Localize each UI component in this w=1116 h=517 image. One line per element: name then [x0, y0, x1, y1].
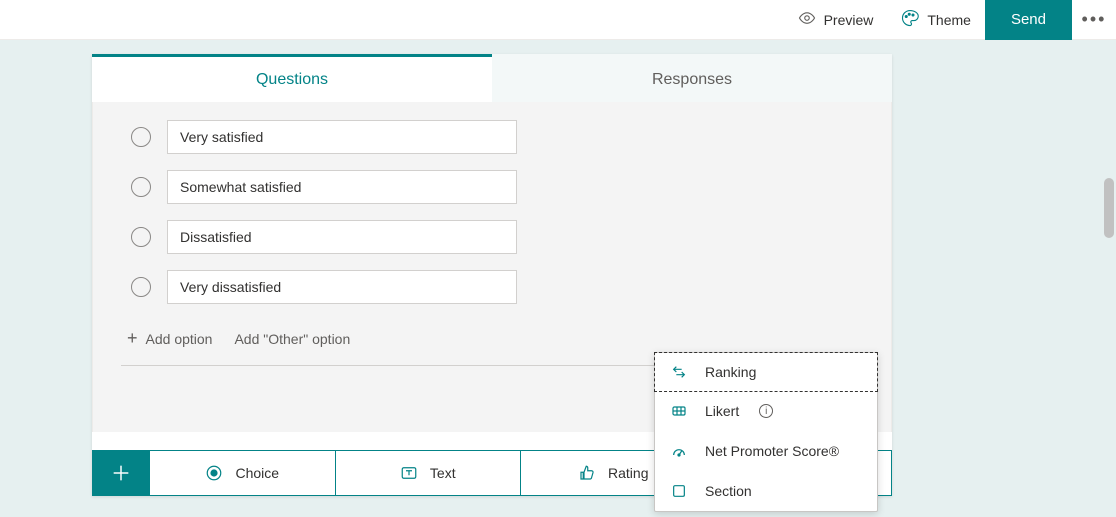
type-ranking[interactable]: Ranking	[654, 352, 878, 392]
radio-selected-icon	[205, 464, 223, 482]
section-icon	[671, 483, 689, 499]
preview-button[interactable]: Preview	[784, 0, 888, 40]
theme-label: Theme	[927, 12, 971, 28]
type-text-label: Text	[430, 465, 456, 481]
option-row: Very satisfied	[121, 120, 863, 154]
type-nps[interactable]: Net Promoter Score®	[655, 431, 877, 471]
option-input[interactable]: Somewhat satisfied	[167, 170, 517, 204]
thumbs-up-icon	[578, 464, 596, 482]
type-choice-label: Choice	[235, 465, 279, 481]
type-choice[interactable]: Choice	[149, 451, 335, 495]
option-row: Somewhat satisfied	[121, 170, 863, 204]
radio-icon	[131, 177, 151, 197]
radio-icon	[131, 127, 151, 147]
add-option-label: Add option	[146, 331, 213, 347]
text-icon	[400, 464, 418, 482]
type-likert-label: Likert	[705, 403, 739, 419]
scrollbar-thumb[interactable]	[1104, 178, 1114, 238]
type-nps-label: Net Promoter Score®	[705, 443, 839, 459]
preview-label: Preview	[824, 12, 874, 28]
tab-responses[interactable]: Responses	[492, 54, 892, 102]
type-section-label: Section	[705, 483, 752, 499]
option-input[interactable]: Dissatisfied	[167, 220, 517, 254]
add-other-label: Add "Other" option	[234, 331, 350, 347]
more-button[interactable]: •••	[1072, 0, 1116, 40]
option-row: Dissatisfied	[121, 220, 863, 254]
tab-questions[interactable]: Questions	[92, 54, 492, 102]
type-section[interactable]: Section	[655, 471, 877, 511]
info-icon[interactable]: i	[759, 404, 773, 418]
add-other-button[interactable]: Add "Other" option	[234, 331, 350, 347]
top-toolbar: Preview Theme Send •••	[0, 0, 1116, 40]
palette-icon	[901, 9, 919, 30]
tab-questions-label: Questions	[256, 71, 328, 89]
add-option-button[interactable]: + Add option	[127, 328, 212, 349]
radio-icon	[131, 277, 151, 297]
option-input[interactable]: Very satisfied	[167, 120, 517, 154]
send-button[interactable]: Send	[985, 0, 1072, 40]
ranking-icon	[671, 364, 689, 380]
type-rating-label: Rating	[608, 465, 648, 481]
option-row: Very dissatisfied	[121, 270, 863, 304]
type-likert[interactable]: Likert i	[655, 391, 877, 431]
send-label: Send	[1011, 11, 1046, 28]
option-input[interactable]: Very dissatisfied	[167, 270, 517, 304]
likert-icon	[671, 403, 689, 419]
type-ranking-label: Ranking	[705, 364, 756, 380]
tab-responses-label: Responses	[652, 71, 732, 89]
more-types-dropdown: Ranking Likert i Net Promoter Score® Sec…	[654, 352, 878, 512]
radio-icon	[131, 227, 151, 247]
eye-icon	[798, 9, 816, 30]
type-text[interactable]: Text	[335, 451, 521, 495]
add-question-button[interactable]	[93, 451, 149, 495]
plus-icon	[110, 462, 132, 484]
ellipsis-icon: •••	[1082, 9, 1107, 30]
app-root: Preview Theme Send ••• Questions Respons…	[0, 0, 1116, 517]
tabs: Questions Responses	[92, 54, 892, 102]
theme-button[interactable]: Theme	[887, 0, 985, 40]
nps-icon	[671, 443, 689, 459]
plus-icon: +	[127, 328, 138, 349]
